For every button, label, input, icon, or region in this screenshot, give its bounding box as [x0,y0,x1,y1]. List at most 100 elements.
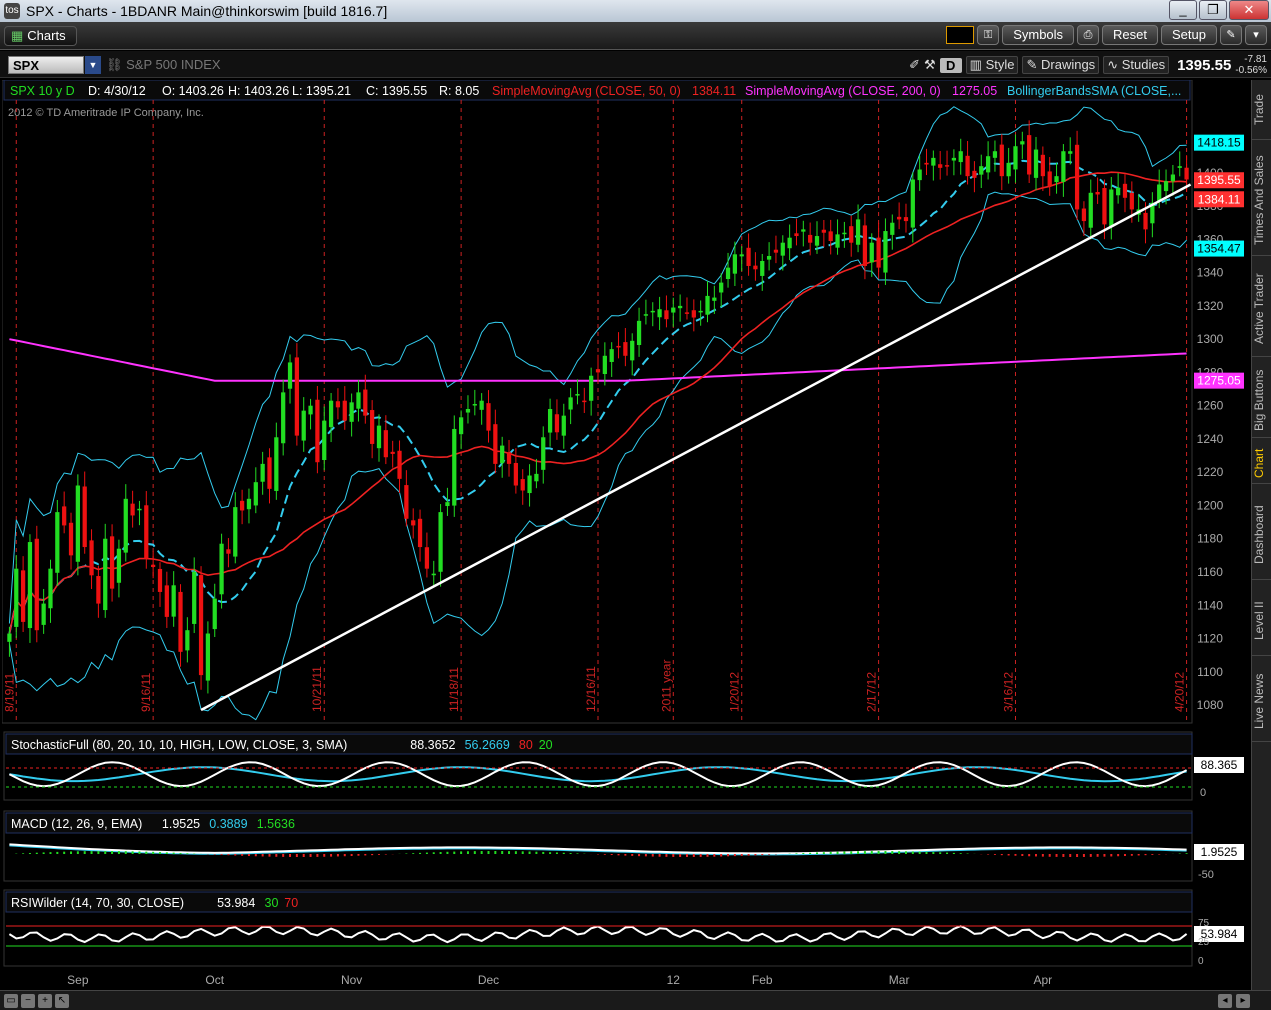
stochastic-header-field-3: 80 [519,738,533,752]
side-tab-dashboard[interactable]: Dashboard [1252,490,1271,580]
price-chart[interactable]: SPX 10 y D D: 4/30/12 O: 1403.26 H: 1403.26… [1,79,1248,990]
candle-body [725,267,731,280]
pin-icon[interactable]: ✎ [1220,25,1242,45]
y-tick-label: 1180 [1197,532,1223,546]
candle-body [1061,151,1066,182]
candle-body [452,428,457,506]
header-field-11: BollingerBandsSMA (CLOSE,... [1007,84,1181,98]
main-toolbar: ▦ Charts ⚿ Symbols ⎙ Reset Setup ✎ ▾ [0,22,1271,50]
candle-body [486,403,491,431]
candle-body [944,165,950,167]
candle-body [801,229,806,232]
candle-body [862,225,868,266]
studies-button[interactable]: ∿ Studies [1103,56,1170,74]
candle-body [1068,151,1073,154]
key-icon[interactable]: ⚿ [977,25,1000,45]
symbol-input[interactable]: SPX [8,56,84,74]
candle-body [602,355,607,375]
price-bubble-label: 1395.55 [1197,173,1241,187]
window-title: SPX - Charts - 1BDANR Main@thinkorswim [… [26,3,388,19]
side-tab-level-ii[interactable]: Level II [1252,586,1271,656]
candle-body [1088,192,1093,228]
zoom-fit-icon[interactable]: ▭ [4,994,18,1008]
style-button[interactable]: ▥ Style [965,56,1019,74]
scroll-left-icon[interactable]: ◂ [1218,994,1232,1008]
candle-body [274,437,279,491]
change-percent: -0.56% [1235,65,1267,76]
candle-body [1177,166,1182,168]
header-field-8: 1384.11 [692,84,736,98]
candle-body [500,445,505,464]
charts-tab-label: Charts [27,28,66,43]
candle-body [855,219,861,245]
cursor-icon[interactable]: ↖ [55,994,69,1008]
rsi-tick: 0 [1198,956,1204,967]
candle-body [294,357,299,436]
side-tab-live-news[interactable]: Live News [1252,662,1271,742]
symbol-dropdown-icon[interactable]: ▼ [85,56,101,74]
side-tab-chart[interactable]: Chart [1252,444,1271,484]
print-icon[interactable]: ⎙ [1077,25,1100,45]
link-color-box[interactable] [946,26,975,44]
candle-body [349,402,354,422]
more-icon[interactable]: ▾ [1245,25,1267,45]
scroll-right-icon[interactable]: ▸ [1236,994,1250,1008]
candle-body [787,237,792,249]
candle-body [431,573,436,576]
header-field-10: 1275.05 [952,84,997,98]
drawing-tools-icon[interactable]: ✐ [909,57,920,73]
candle-body [924,162,929,165]
side-tab-active-trader[interactable]: Active Trader [1252,262,1271,357]
side-tab-times-and-sales[interactable]: Times And Sales [1252,146,1271,256]
candle-body [527,475,532,494]
stochastic-header-field-2: 56.2669 [465,738,510,752]
price-bubble-label: 1384.11 [1198,192,1241,206]
candle-body [41,603,46,625]
reset-button[interactable]: Reset [1102,25,1159,45]
date-marker-label: 12/16/11 [584,666,598,712]
drawings-label: Drawings [1041,57,1096,72]
candle-body [205,633,211,681]
side-tab-trade[interactable]: Trade [1252,80,1271,140]
candle-body [1116,187,1121,196]
minimize-button[interactable]: _ [1169,0,1197,20]
wrench-icon[interactable]: ⚒ [924,57,936,73]
rsi-header-field-3: 70 [284,896,298,910]
candle-body [903,217,909,222]
side-tab-bar: Trade Times And Sales Active Trader Big But… [1251,80,1271,990]
chart-area[interactable]: SPX 10 y D D: 4/30/12 O: 1403.26 H: 1403.26… [1,79,1248,990]
close-button[interactable]: ✕ [1229,0,1269,20]
candle-body [171,585,176,617]
candle-body [328,400,334,428]
candle-body [890,222,895,235]
restore-button[interactable]: ❐ [1199,0,1227,20]
charts-tab[interactable]: ▦ Charts [4,26,77,46]
price-bubble-label: 1354.47 [1197,242,1241,256]
period-button[interactable]: D [939,57,962,73]
candle-body [281,392,286,444]
candle-body [766,255,772,260]
candle-body [383,430,388,458]
candle-body [541,437,546,470]
candle-body [192,571,197,624]
side-tab-big-buttons[interactable]: Big Buttons [1252,363,1271,438]
candle-body [643,314,649,316]
candle-body [411,520,416,526]
symbols-button[interactable]: Symbols [1002,25,1075,45]
copyright-text: 2012 © TD Ameritrade IP Company, Inc. [8,107,204,119]
candle-body [198,575,204,676]
zoom-in-icon[interactable]: + [38,994,52,1008]
zoom-out-icon[interactable]: − [21,994,35,1008]
candle-body [465,409,471,413]
date-marker-label: 8/19/11 [2,673,16,712]
candle-body [239,500,245,511]
x-month-label: Apr [1034,973,1053,987]
candle-body [760,260,765,276]
drawings-button[interactable]: ✎ Drawings [1022,56,1100,74]
setup-button[interactable]: Setup [1161,25,1217,45]
candle-body [48,568,53,609]
candle-body [34,538,39,631]
candle-body [876,237,881,268]
status-bar: ▭ − + ↖ ◂ ▸ [0,990,1271,1010]
candle-body [753,265,758,270]
